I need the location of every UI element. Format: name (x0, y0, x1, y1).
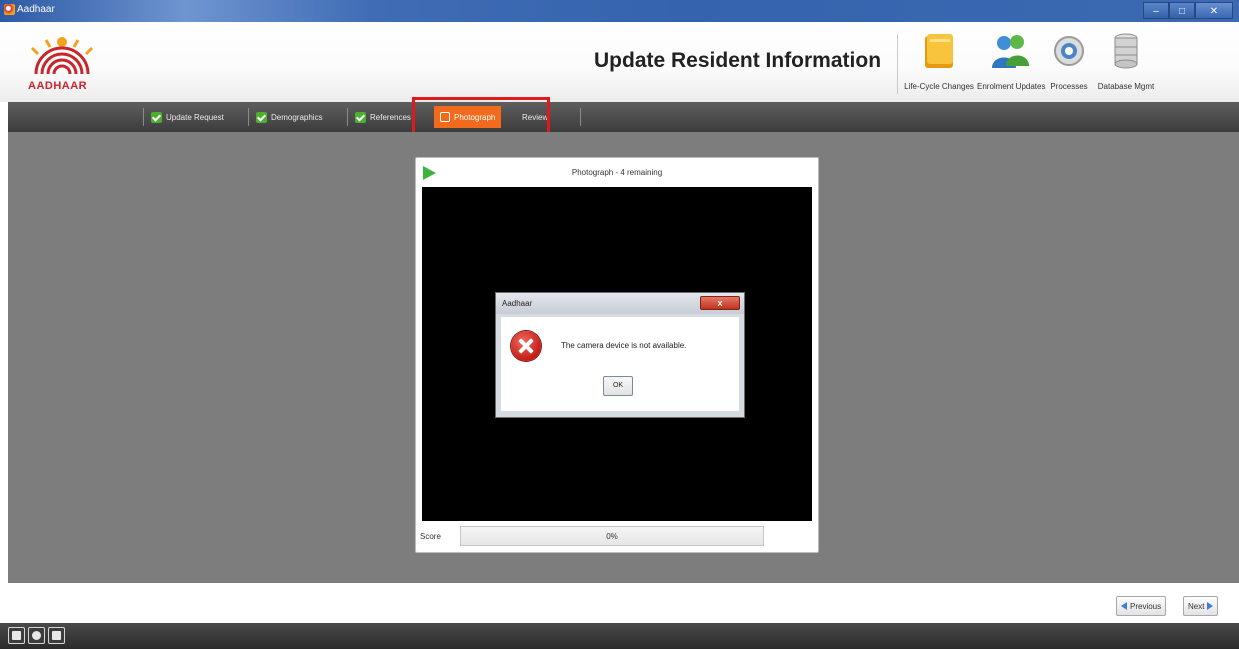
tab-separator (580, 108, 581, 126)
bottom-taskbar (0, 623, 1239, 649)
database-icon (1114, 33, 1138, 69)
printer-icon[interactable] (48, 627, 65, 644)
photograph-tab-highlight (412, 97, 550, 137)
arrow-right-icon (1207, 602, 1214, 610)
fingerprint-tool-icon[interactable] (28, 627, 45, 644)
arrow-left-icon (1121, 602, 1127, 610)
aadhaar-app-icon (4, 4, 15, 15)
score-label: Score (420, 532, 441, 541)
close-window-button[interactable]: ✕ (1195, 2, 1233, 19)
tab-separator (347, 108, 348, 126)
score-bar: 0% (460, 526, 764, 546)
window-title-bar: Aadhaar – □ ✕ (0, 0, 1239, 22)
checkmark-icon (355, 111, 366, 123)
dialog-title-bar: Aadhaar x (496, 293, 744, 314)
tab-separator (143, 108, 144, 126)
previous-button[interactable]: Previous (1116, 596, 1167, 616)
tab-label: Demographics (271, 112, 323, 122)
enrolment-updates-button[interactable]: Enrolment Updates (977, 22, 1046, 100)
app-header: AADHAAR Update Resident Information Life… (0, 22, 1239, 102)
tab-update-request[interactable]: Update Request (151, 107, 224, 127)
maximize-button[interactable]: □ (1169, 2, 1195, 19)
header-divider (897, 34, 898, 94)
window-title: Aadhaar (17, 4, 55, 15)
database-mgmt-button[interactable]: Database Mgmt (1095, 22, 1157, 100)
panel-header: Photograph - 4 remaining (416, 158, 818, 186)
page-title: Update Resident Information (594, 49, 882, 72)
users-icon (992, 35, 1029, 68)
error-icon (511, 331, 541, 361)
next-label: Next (1188, 601, 1205, 611)
processes-button[interactable]: Processes (1045, 22, 1093, 100)
tab-label: Update Request (166, 112, 224, 122)
tool-label: Processes (1050, 82, 1088, 91)
dialog-title: Aadhaar (502, 299, 533, 308)
error-dialog: Aadhaar x The camera device is not avail… (495, 292, 745, 418)
checkmark-icon (151, 111, 162, 123)
camera-tool-icon[interactable] (8, 627, 25, 644)
tool-label: Life-Cycle Changes (904, 82, 974, 91)
previous-label: Previous (1130, 601, 1162, 611)
tool-label: Enrolment Updates (977, 82, 1046, 91)
ok-button[interactable]: OK (603, 376, 633, 396)
checkmark-icon (256, 111, 267, 123)
main-content-area: Photograph - 4 remaining Score 0% Aadhaa… (8, 132, 1239, 583)
dialog-close-button[interactable]: x (700, 296, 740, 310)
tab-separator (248, 108, 249, 126)
minimize-button[interactable]: – (1143, 2, 1169, 19)
logo-text: AADHAAR (28, 80, 88, 92)
tab-demographics[interactable]: Demographics (256, 107, 323, 127)
panel-title: Photograph - 4 remaining (571, 168, 663, 177)
score-value: 0% (606, 532, 618, 541)
next-button[interactable]: Next (1183, 596, 1219, 616)
dialog-message: The camera device is not available. (561, 341, 687, 350)
folder-icon (925, 34, 953, 68)
life-cycle-changes-button[interactable]: Life-Cycle Changes (903, 22, 975, 100)
window-controls: – □ ✕ (1143, 2, 1233, 19)
gear-icon (1054, 36, 1084, 66)
tab-label: References (370, 112, 411, 122)
wizard-tab-bar: Update Request Demographics References P… (8, 102, 1239, 132)
tab-references[interactable]: References (355, 107, 411, 127)
dialog-body: The camera device is not available. OK (501, 317, 739, 411)
tool-label: Database Mgmt (1097, 82, 1155, 91)
